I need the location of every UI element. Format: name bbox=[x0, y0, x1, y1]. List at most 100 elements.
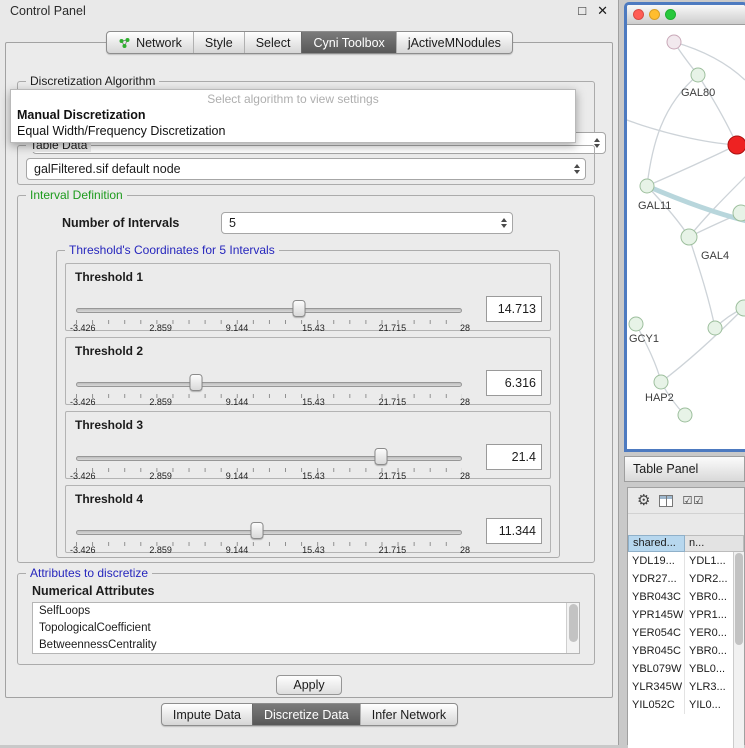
tab-jactivemnodules[interactable]: jActiveMNodules bbox=[396, 32, 512, 53]
threshold-3-value-field[interactable]: 21.4 bbox=[486, 444, 542, 470]
float-window-icon[interactable]: □ bbox=[578, 3, 586, 19]
numerical-attributes-list: SelfLoops TopologicalCoefficient Between… bbox=[32, 602, 580, 654]
threshold-2-slider[interactable]: -3.426 2.859 9.144 15.43 21.715 28 bbox=[76, 374, 462, 404]
network-edge bbox=[647, 145, 737, 186]
table-panel-titlebar[interactable]: Table Panel bbox=[624, 456, 745, 482]
slider-thumb[interactable] bbox=[374, 448, 387, 465]
network-canvas[interactable]: GAL80GAL11GAL4GCY1HAP2 bbox=[627, 25, 745, 449]
network-node[interactable] bbox=[629, 317, 643, 331]
table-cell[interactable]: YDR27... bbox=[628, 570, 685, 588]
close-icon[interactable]: ✕ bbox=[597, 3, 608, 19]
table-cell[interactable]: YBR045C bbox=[628, 642, 685, 660]
table-scrollbar-thumb[interactable] bbox=[735, 553, 743, 645]
table-cell[interactable]: YLR345W bbox=[628, 678, 685, 696]
table-row[interactable]: YBL079WYBL0... bbox=[628, 660, 744, 678]
list-item[interactable]: SelfLoops bbox=[33, 603, 579, 620]
tab-infer-network[interactable]: Infer Network bbox=[360, 704, 457, 725]
table-cell[interactable]: YBR043C bbox=[628, 588, 685, 606]
minimize-traffic-light-icon[interactable] bbox=[649, 9, 660, 20]
tab-cyni-toolbox[interactable]: Cyni Toolbox bbox=[301, 32, 395, 53]
network-node[interactable] bbox=[667, 35, 681, 49]
gear-icon[interactable]: ⚙ bbox=[637, 493, 650, 508]
table-row[interactable]: YDR27...YDR2... bbox=[628, 570, 744, 588]
slider-thumb[interactable] bbox=[292, 300, 305, 317]
scale-label: 28 bbox=[460, 545, 470, 555]
slider-track[interactable] bbox=[76, 530, 462, 535]
control-panel-title: Control Panel bbox=[10, 4, 86, 18]
list-item[interactable]: TopologicalCoefficient bbox=[33, 620, 579, 637]
table-row[interactable]: YBR043CYBR0... bbox=[628, 588, 744, 606]
table-row[interactable]: YLR345WYLR3... bbox=[628, 678, 744, 696]
columns-icon[interactable] bbox=[659, 495, 673, 507]
scale-label: 9.144 bbox=[226, 323, 249, 333]
algorithm-dropdown-popup: Select algorithm to view settings Manual… bbox=[10, 89, 576, 143]
table-cell[interactable]: YDL19... bbox=[628, 552, 685, 570]
table-body: YDL19...YDL1... YDR27...YDR2... YBR043CY… bbox=[628, 552, 744, 748]
slider-scale: -3.426 2.859 9.144 15.43 21.715 28 bbox=[70, 471, 470, 481]
tab-network[interactable]: Network bbox=[107, 32, 193, 53]
table-cell[interactable]: YPR145W bbox=[628, 606, 685, 624]
algorithm-option-manual[interactable]: Manual Discretization bbox=[11, 107, 575, 123]
table-row[interactable]: YDL19...YDL1... bbox=[628, 552, 744, 570]
combo-stepper-icon[interactable] bbox=[496, 213, 512, 233]
apply-button[interactable]: Apply bbox=[276, 675, 342, 695]
threshold-3-slider[interactable]: -3.426 2.859 9.144 15.43 21.715 28 bbox=[76, 448, 462, 478]
zoom-traffic-light-icon[interactable] bbox=[665, 9, 676, 20]
slider-track[interactable] bbox=[76, 456, 462, 461]
slider-track[interactable] bbox=[76, 382, 462, 387]
scale-label: 28 bbox=[460, 323, 470, 333]
network-node[interactable] bbox=[654, 375, 668, 389]
threshold-2-value-field[interactable]: 6.316 bbox=[486, 370, 542, 396]
list-scrollbar-thumb[interactable] bbox=[569, 604, 578, 642]
select-columns-checkbox-icons[interactable]: ☑☑ bbox=[682, 494, 704, 507]
discretization-algorithm-group-label: Discretization Algorithm bbox=[26, 74, 159, 88]
table-cell[interactable]: YER054C bbox=[628, 624, 685, 642]
network-node[interactable] bbox=[640, 179, 654, 193]
list-item[interactable]: BetweennessCentrality bbox=[33, 637, 579, 654]
tab-impute-data[interactable]: Impute Data bbox=[162, 704, 252, 725]
scale-label: -3.426 bbox=[70, 471, 96, 481]
control-panel-titlebar: Control Panel □ ✕ bbox=[0, 0, 618, 21]
network-node[interactable] bbox=[691, 68, 705, 82]
network-node[interactable] bbox=[728, 136, 745, 154]
table-row[interactable]: YBR045CYBR0... bbox=[628, 642, 744, 660]
network-node-label: GAL11 bbox=[638, 200, 671, 212]
table-cell[interactable]: YBL079W bbox=[628, 660, 685, 678]
table-scrollbar[interactable] bbox=[733, 552, 744, 748]
network-node[interactable] bbox=[708, 321, 722, 335]
network-node[interactable] bbox=[733, 205, 745, 221]
scale-label: 15.43 bbox=[302, 397, 325, 407]
close-traffic-light-icon[interactable] bbox=[633, 9, 644, 20]
table-row[interactable]: YIL052CYIL0... bbox=[628, 696, 744, 714]
combo-stepper-icon[interactable] bbox=[569, 159, 585, 179]
tab-discretize-data[interactable]: Discretize Data bbox=[252, 704, 360, 725]
threshold-4-value-field[interactable]: 11.344 bbox=[486, 518, 542, 544]
list-scrollbar[interactable] bbox=[566, 603, 579, 653]
threshold-4-slider[interactable]: -3.426 2.859 9.144 15.43 21.715 28 bbox=[76, 522, 462, 552]
threshold-1-block: Threshold 1 -3.426 2.859 9.144 15.43 21.… bbox=[65, 263, 551, 331]
network-node[interactable] bbox=[681, 229, 697, 245]
scale-label: 15.43 bbox=[302, 545, 325, 555]
table-cell[interactable]: YIL052C bbox=[628, 696, 685, 714]
algorithm-option-equal-width[interactable]: Equal Width/Frequency Discretization bbox=[11, 123, 575, 139]
network-node-label: GCY1 bbox=[629, 333, 659, 345]
tab-select[interactable]: Select bbox=[244, 32, 302, 53]
tab-style[interactable]: Style bbox=[193, 32, 244, 53]
column-header-name[interactable]: n... bbox=[685, 535, 744, 552]
threshold-2-block: Threshold 2 -3.426 2.859 9.144 15.43 21.… bbox=[65, 337, 551, 405]
slider-thumb[interactable] bbox=[189, 374, 202, 391]
table-data-combobox[interactable]: galFiltered.sif default node bbox=[26, 158, 586, 180]
number-of-intervals-value: 5 bbox=[229, 216, 496, 230]
network-node[interactable] bbox=[678, 408, 692, 422]
attributes-group: Attributes to discretize Numerical Attri… bbox=[17, 573, 595, 665]
table-row[interactable]: YER054CYER0... bbox=[628, 624, 744, 642]
slider-track[interactable] bbox=[76, 308, 462, 313]
threshold-1-slider[interactable]: -3.426 2.859 9.144 15.43 21.715 28 bbox=[76, 300, 462, 330]
cyni-toolbox-panel: Discretization Algorithm Select algorith… bbox=[5, 42, 613, 698]
number-of-intervals-combobox[interactable]: 5 bbox=[221, 212, 513, 234]
column-header-shared-name[interactable]: shared... bbox=[628, 535, 685, 552]
network-node[interactable] bbox=[736, 300, 745, 316]
table-row[interactable]: YPR145WYPR1... bbox=[628, 606, 744, 624]
threshold-1-value-field[interactable]: 14.713 bbox=[486, 296, 542, 322]
slider-thumb[interactable] bbox=[251, 522, 264, 539]
